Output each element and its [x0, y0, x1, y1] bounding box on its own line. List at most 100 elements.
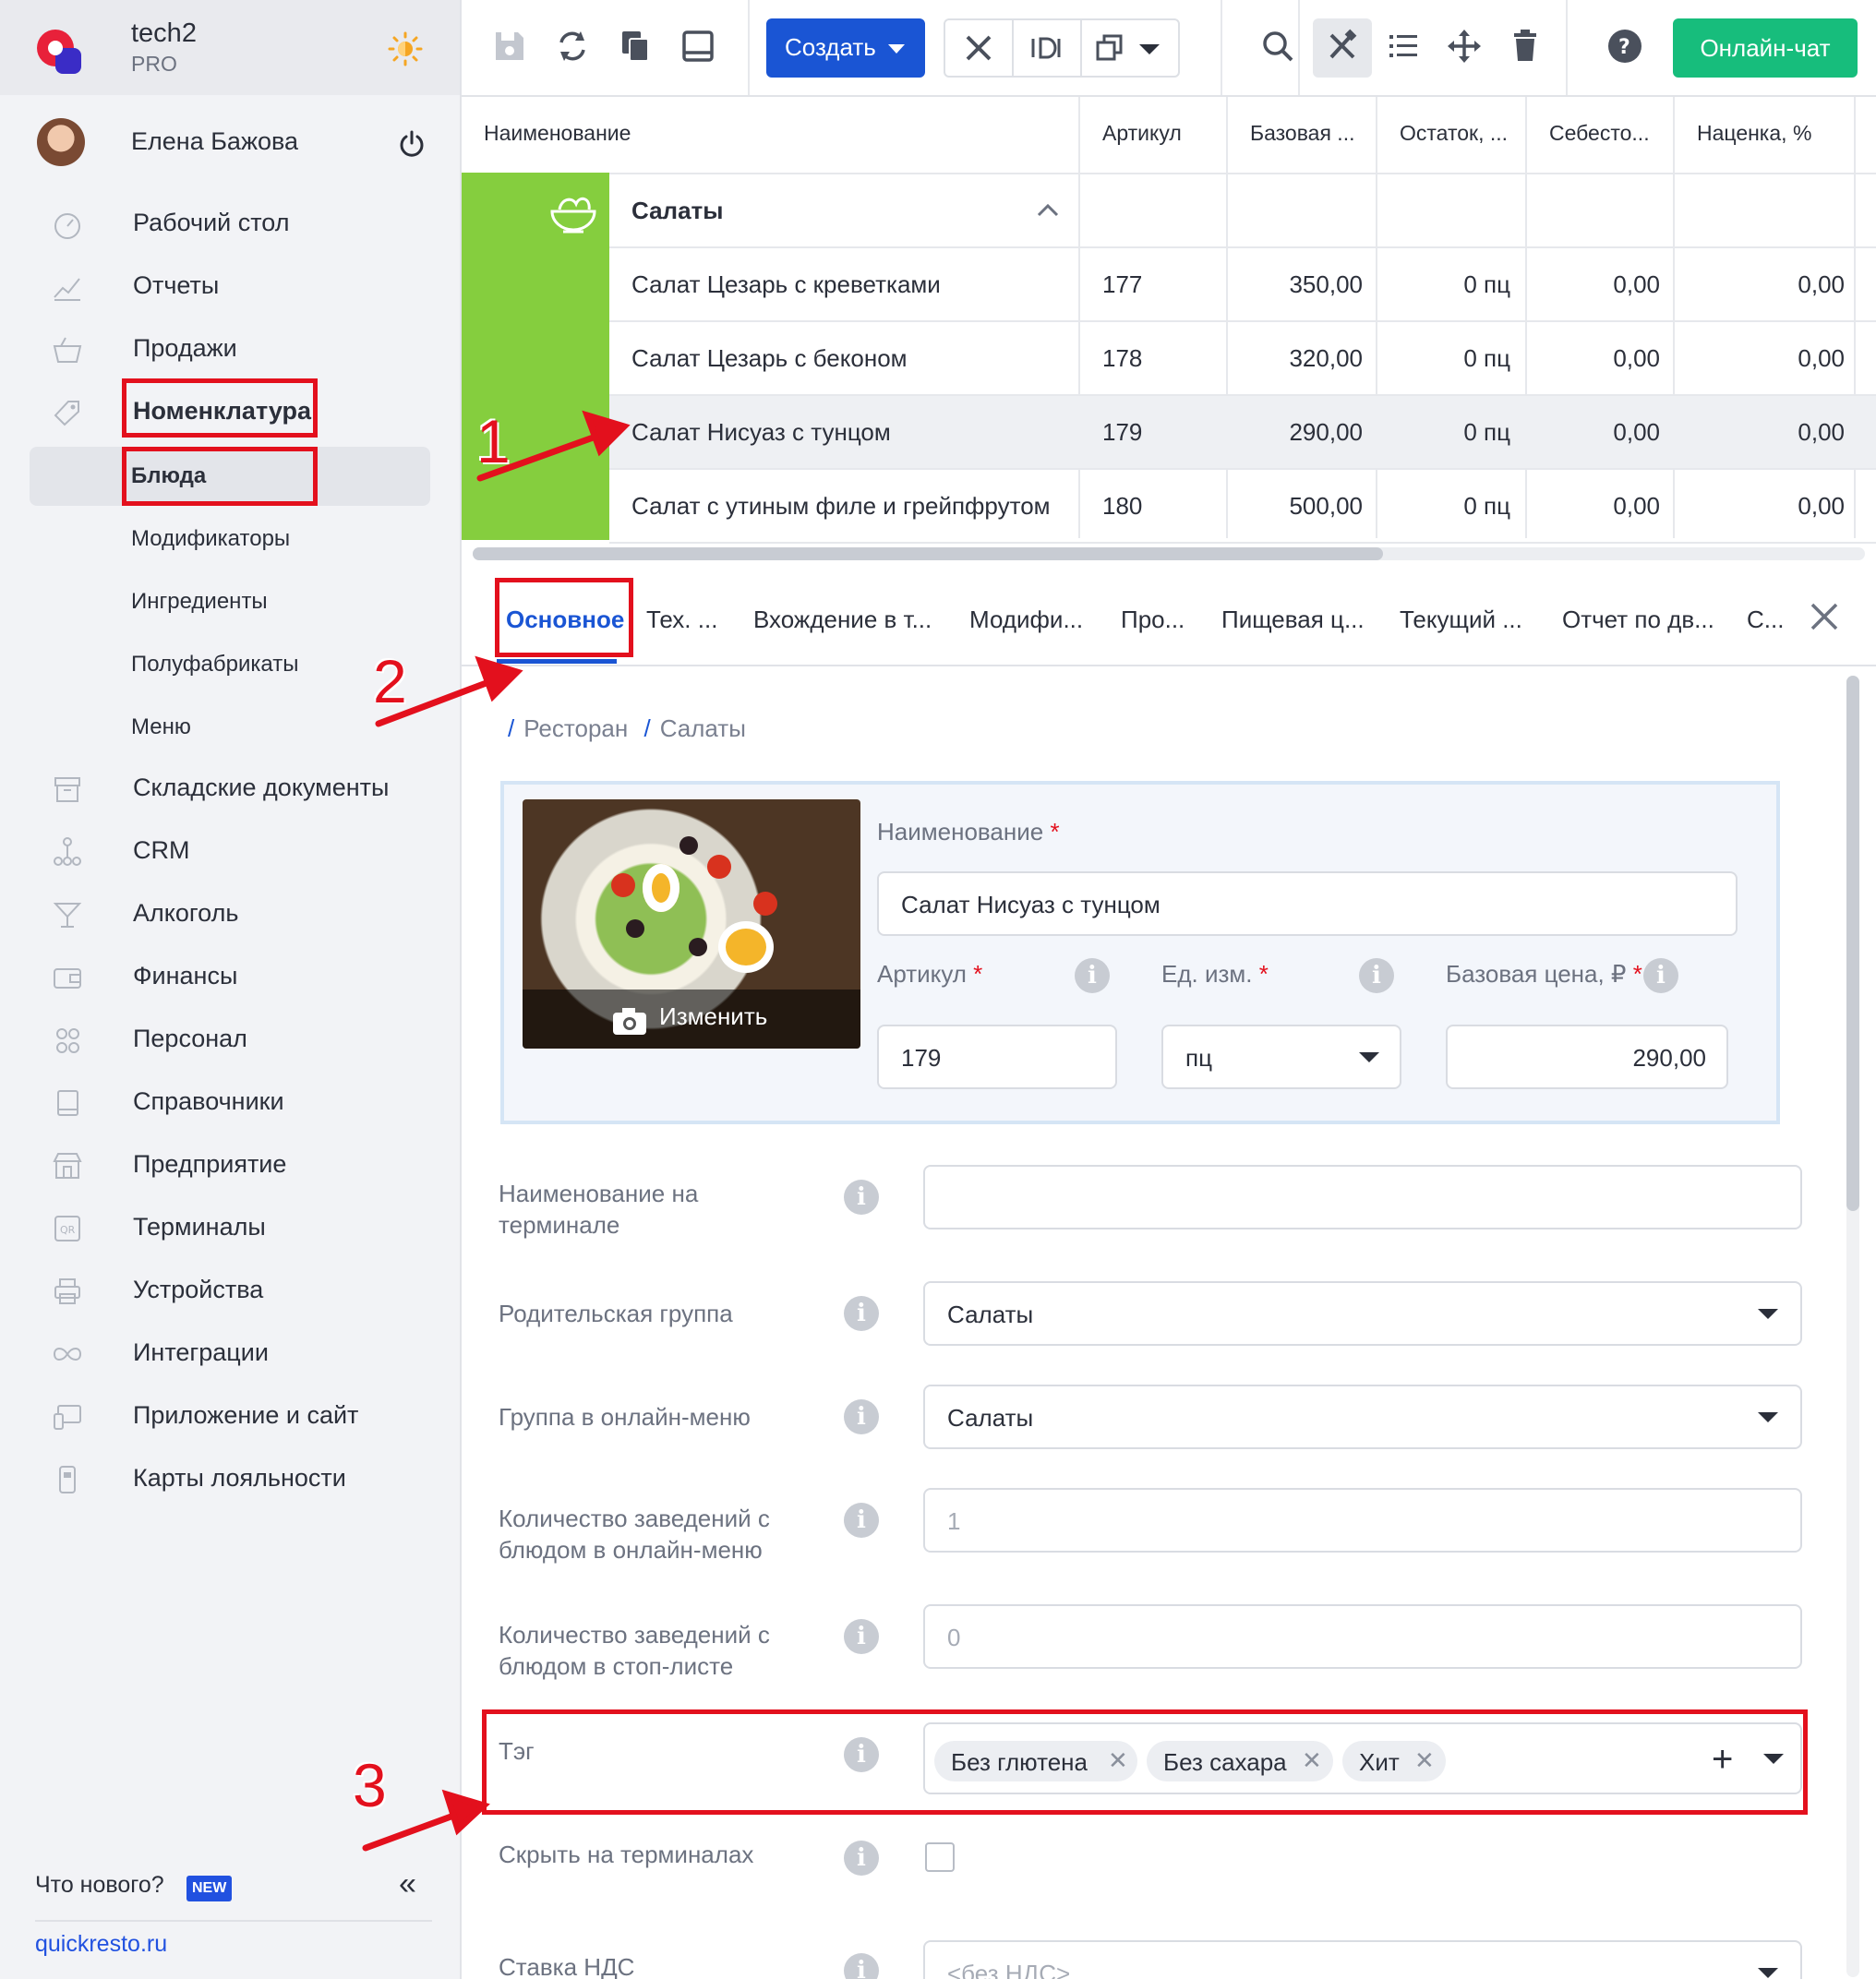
sidebar-item-alcohol[interactable]: Алкоголь [0, 886, 460, 942]
sidebar-item-warehouse-docs[interactable]: Складские документы [0, 761, 460, 816]
add-tag-icon[interactable]: + [1712, 1741, 1733, 1778]
sidebar-subitem-semifinished[interactable]: Полуфабрикаты [0, 637, 460, 692]
sidebar-subitem-ingredients[interactable]: Ингредиенты [0, 574, 460, 630]
info-icon[interactable]: i [844, 1296, 879, 1331]
sidebar-item-nomenclature[interactable]: Номенклатура [0, 384, 460, 439]
sidebar-item-devices[interactable]: Устройства [0, 1263, 460, 1318]
change-photo-button[interactable]: Изменить [523, 990, 860, 1049]
parent-group-select[interactable]: Салаты [923, 1281, 1802, 1346]
tab-main[interactable]: Основное [506, 606, 624, 634]
breadcrumb-item[interactable]: Салаты [660, 714, 746, 742]
tab-tech[interactable]: Тех. ... [646, 606, 717, 634]
vertical-scrollbar-thumb[interactable] [1846, 676, 1859, 1211]
sidebar-item-terminals[interactable]: QR Терминалы [0, 1200, 460, 1255]
sku-field[interactable]: 179 [877, 1025, 1117, 1089]
vat-select[interactable]: <без НДС> [923, 1940, 1802, 1979]
sidebar-item-enterprise[interactable]: Предприятие [0, 1137, 460, 1193]
close-x-icon[interactable] [962, 31, 995, 65]
info-icon[interactable]: i [844, 1503, 879, 1538]
sidebar-item-finance[interactable]: Финансы [0, 949, 460, 1004]
tab-movement-report[interactable]: Отчет по дв... [1562, 606, 1714, 634]
sidebar-item-reports[interactable]: Отчеты [0, 258, 460, 314]
dish-photo[interactable]: Изменить [523, 799, 860, 1049]
trash-icon[interactable] [1507, 28, 1544, 65]
user-profile[interactable]: Елена Бажова [0, 111, 460, 175]
chevron-up-icon[interactable] [1034, 197, 1062, 224]
sidebar-item-crm[interactable]: CRM [0, 823, 460, 879]
online-chat-button[interactable]: Онлайн-чат [1673, 18, 1858, 78]
tab-inclusion[interactable]: Вхождение в т... [753, 606, 932, 634]
save-icon[interactable] [491, 28, 528, 65]
duplicate-caret-icon[interactable] [1139, 44, 1160, 54]
tab-more[interactable]: С... [1747, 606, 1784, 634]
power-icon[interactable] [397, 129, 427, 159]
tab-modifiers[interactable]: Модифи... [969, 606, 1083, 634]
site-link[interactable]: quickresto.ru [35, 1931, 167, 1958]
table-group-row[interactable]: Салаты [609, 174, 1876, 248]
sidebar-subitem-modifiers[interactable]: Модификаторы [0, 511, 460, 567]
avatar[interactable] [37, 118, 85, 166]
theme-sun-icon[interactable] [388, 31, 423, 66]
table-row-selected[interactable]: Салат Нисуаз с тунцом 179 290,00 0 пц 0,… [609, 396, 1876, 470]
info-icon[interactable]: i [844, 1737, 879, 1772]
whats-new-link[interactable]: Что нового? [35, 1872, 164, 1899]
sidebar-item-sales[interactable]: Продажи [0, 321, 460, 377]
column-header-stock[interactable]: Остаток, ... [1400, 121, 1508, 146]
remove-tag-icon[interactable]: ✕ [1108, 1746, 1128, 1775]
collapse-sidebar-icon[interactable]: « [399, 1866, 416, 1902]
remove-tag-icon[interactable]: ✕ [1414, 1746, 1435, 1775]
create-button[interactable]: Создать [766, 18, 925, 78]
sidebar-subitem-menu[interactable]: Меню [0, 700, 460, 755]
tab-current[interactable]: Текущий ... [1400, 606, 1522, 634]
info-icon[interactable]: i [844, 1841, 879, 1876]
horizontal-scrollbar[interactable] [473, 547, 1865, 560]
horizontal-scrollbar-thumb[interactable] [473, 547, 1383, 560]
column-header-sku[interactable]: Артикул [1102, 121, 1182, 146]
online-group-select[interactable]: Салаты [923, 1385, 1802, 1449]
help-icon[interactable]: ? [1606, 28, 1643, 65]
sidebar-subitem-dishes[interactable]: Блюда [0, 449, 460, 504]
sidebar-item-dashboard[interactable]: Рабочий стол [0, 196, 460, 251]
sidebar-item-loyalty-cards[interactable]: Карты лояльности [0, 1451, 460, 1506]
vertical-scrollbar[interactable] [1846, 676, 1859, 1977]
app-logo[interactable] [35, 26, 87, 78]
move-icon[interactable] [1446, 28, 1483, 65]
sidebar-item-integrations[interactable]: Интеграции [0, 1325, 460, 1381]
info-icon[interactable]: i [844, 1619, 879, 1654]
info-icon[interactable]: i [1075, 958, 1110, 993]
column-header-cost[interactable]: Себесто... [1549, 121, 1650, 146]
caret-down-icon[interactable] [1763, 1754, 1784, 1764]
sidebar-item-references[interactable]: Справочники [0, 1074, 460, 1130]
sidebar-item-staff[interactable]: Персонал [0, 1012, 460, 1067]
column-header-price[interactable]: Базовая ... [1250, 121, 1354, 146]
name-field[interactable]: Салат Нисуаз с тунцом [877, 871, 1738, 936]
table-row[interactable]: Салат Цезарь с креветками 177 350,00 0 п… [609, 248, 1876, 322]
price-field[interactable]: 290,00 [1446, 1025, 1728, 1089]
close-panel-icon[interactable] [1808, 600, 1841, 633]
tools-icon[interactable] [1324, 28, 1361, 65]
info-icon[interactable]: i [844, 1953, 879, 1979]
info-icon[interactable]: i [1643, 958, 1678, 993]
tag-input[interactable]: Без глютена ✕ Без сахара ✕ Хит ✕ + [923, 1722, 1802, 1794]
table-row[interactable]: Салат с утиным филе и грейпфрутом 180 50… [609, 470, 1876, 544]
duplicate-icon[interactable] [1093, 31, 1126, 65]
remove-tag-icon[interactable]: ✕ [1302, 1746, 1322, 1775]
info-icon[interactable]: i [1359, 958, 1394, 993]
hide-on-terminals-checkbox[interactable] [925, 1842, 955, 1872]
tab-nutrition[interactable]: Пищевая ц... [1221, 606, 1365, 634]
info-icon[interactable]: i [844, 1399, 879, 1434]
list-icon[interactable] [1385, 28, 1422, 65]
tab-pro[interactable]: Про... [1121, 606, 1185, 634]
column-header-markup[interactable]: Наценка, % [1697, 121, 1811, 146]
copy-icon[interactable] [617, 28, 654, 65]
column-header-name[interactable]: Наименование [484, 121, 631, 146]
info-icon[interactable]: i [844, 1180, 879, 1215]
refresh-icon[interactable] [554, 28, 591, 65]
archive-box-icon[interactable] [679, 28, 716, 65]
breadcrumb-item[interactable]: Ресторан [523, 714, 628, 742]
unit-select[interactable]: пц [1161, 1025, 1401, 1089]
disable-d-icon[interactable] [1028, 31, 1064, 65]
terminal-name-field[interactable] [923, 1165, 1802, 1229]
sidebar-item-app-and-site[interactable]: Приложение и сайт [0, 1388, 460, 1444]
table-row[interactable]: Салат Цезарь с беконом 178 320,00 0 пц 0… [609, 322, 1876, 396]
